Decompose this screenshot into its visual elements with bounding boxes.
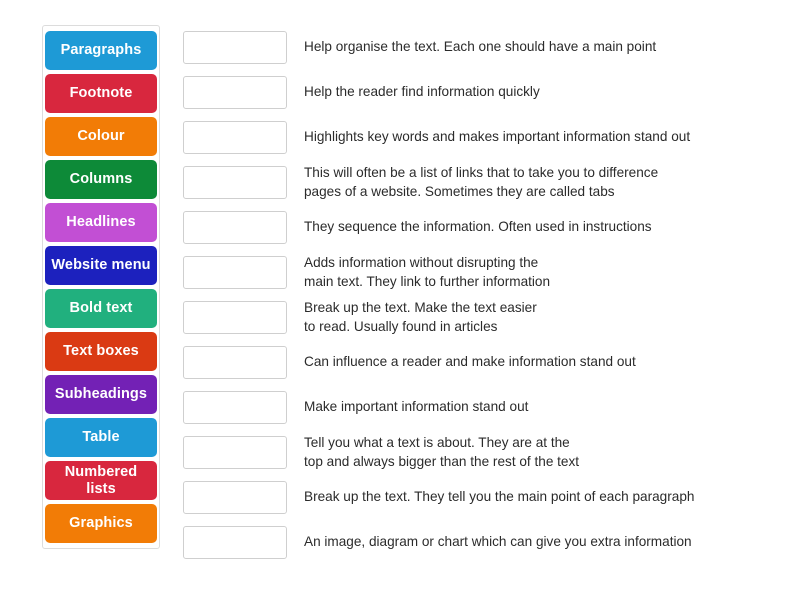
- answer-dropzone[interactable]: [183, 301, 287, 334]
- answer-tile-label: Graphics: [69, 515, 133, 532]
- match-row: Highlights key words and makes important…: [183, 115, 694, 160]
- match-row: Help organise the text. Each one should …: [183, 25, 694, 70]
- answer-tile-label: Website menu: [51, 257, 151, 274]
- answer-tile-label: Table: [82, 429, 120, 446]
- answer-tile-label: Headlines: [66, 214, 136, 231]
- answer-tile-label: Columns: [69, 171, 133, 188]
- answer-dropzone[interactable]: [183, 211, 287, 244]
- answer-dropzone[interactable]: [183, 436, 287, 469]
- match-row: Tell you what a text is about. They are …: [183, 430, 694, 475]
- answer-tile-label: Footnote: [69, 85, 133, 102]
- definition-text: Break up the text. They tell you the mai…: [304, 489, 695, 505]
- answer-dropzone[interactable]: [183, 346, 287, 379]
- answer-tile-colour[interactable]: Colour: [45, 117, 157, 156]
- match-row: Adds information without disrupting the …: [183, 250, 694, 295]
- definition-rows-panel: Help organise the text. Each one should …: [183, 25, 694, 565]
- match-row: Can influence a reader and make informat…: [183, 340, 694, 385]
- match-row: This will often be a list of links that …: [183, 160, 694, 205]
- answer-dropzone[interactable]: [183, 391, 287, 424]
- answer-dropzone[interactable]: [183, 76, 287, 109]
- answer-dropzone[interactable]: [183, 166, 287, 199]
- match-row: Help the reader find information quickly: [183, 70, 694, 115]
- answer-dropzone[interactable]: [183, 31, 287, 64]
- answer-tile-text-boxes[interactable]: Text boxes: [45, 332, 157, 371]
- match-row: Make important information stand out: [183, 385, 694, 430]
- definition-text: This will often be a list of links that …: [304, 165, 659, 199]
- answer-tile-subheadings[interactable]: Subheadings: [45, 375, 157, 414]
- definition-text: An image, diagram or chart which can giv…: [304, 534, 692, 550]
- answer-tile-label: Bold text: [69, 300, 133, 317]
- definition-text: They sequence the information. Often use…: [304, 219, 652, 235]
- match-row: They sequence the information. Often use…: [183, 205, 694, 250]
- answer-tile-footnote[interactable]: Footnote: [45, 74, 157, 113]
- definition-text: Make important information stand out: [304, 399, 529, 415]
- definition-text: Help organise the text. Each one should …: [304, 39, 657, 55]
- answer-tile-headlines[interactable]: Headlines: [45, 203, 157, 242]
- answer-tile-table[interactable]: Table: [45, 418, 157, 457]
- definition-text: Break up the text. Make the text easier …: [304, 300, 537, 334]
- answer-dropzone[interactable]: [183, 526, 287, 559]
- definition-text: Adds information without disrupting the …: [304, 255, 551, 289]
- answer-tiles-panel: Paragraphs Footnote Colour Columns Headl…: [42, 25, 160, 549]
- match-up-activity: Paragraphs Footnote Colour Columns Headl…: [0, 0, 800, 600]
- definition-text: Can influence a reader and make informat…: [304, 354, 636, 370]
- answer-tile-label: Colour: [77, 128, 125, 145]
- answer-dropzone[interactable]: [183, 256, 287, 289]
- answer-tile-columns[interactable]: Columns: [45, 160, 157, 199]
- answer-tile-label: Paragraphs: [60, 42, 142, 59]
- definition-text: Highlights key words and makes important…: [304, 129, 691, 145]
- definition-text: Help the reader find information quickly: [304, 84, 540, 100]
- answer-tile-label: Subheadings: [54, 386, 148, 403]
- answer-tile-website-menu[interactable]: Website menu: [45, 246, 157, 285]
- answer-tile-label: Numbered lists: [64, 464, 138, 497]
- answer-tile-label: Text boxes: [63, 343, 139, 360]
- answer-tile-numbered-lists[interactable]: Numbered lists: [45, 461, 157, 500]
- answer-tile-graphics[interactable]: Graphics: [45, 504, 157, 543]
- match-row: Break up the text. They tell you the mai…: [183, 475, 694, 520]
- answer-dropzone[interactable]: [183, 481, 287, 514]
- definition-text: Tell you what a text is about. They are …: [304, 435, 580, 469]
- answer-tile-bold-text[interactable]: Bold text: [45, 289, 157, 328]
- match-row: Break up the text. Make the text easier …: [183, 295, 694, 340]
- answer-dropzone[interactable]: [183, 121, 287, 154]
- match-row: An image, diagram or chart which can giv…: [183, 520, 694, 565]
- answer-tile-paragraphs[interactable]: Paragraphs: [45, 31, 157, 70]
